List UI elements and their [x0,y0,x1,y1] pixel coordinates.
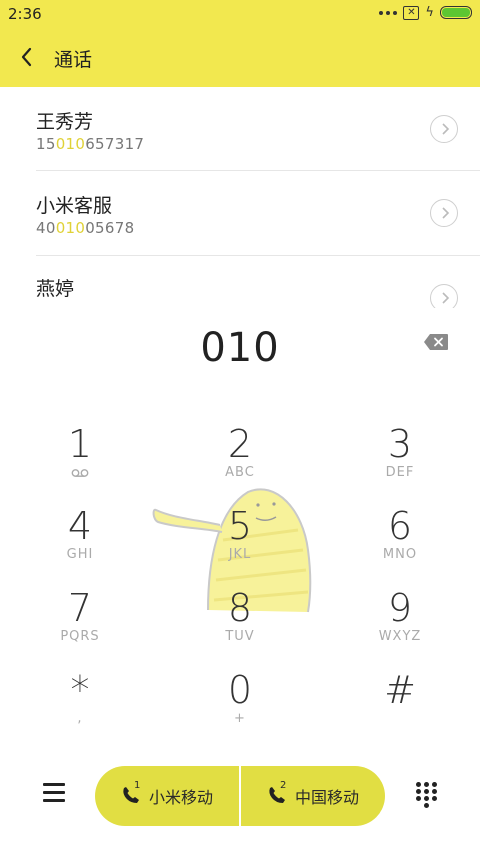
phone-icon: 1 [121,780,143,807]
dial-key-3[interactable]: 3 DEF [340,422,460,480]
key-digit: 6 [387,504,413,548]
status-time: 2:36 [8,5,42,23]
key-digit: 2 [227,422,253,466]
dial-key-7[interactable]: 7 PQRS [20,586,140,644]
dialpad-toggle-button[interactable] [416,782,438,808]
number-suffix: 657317 [85,135,145,153]
chevron-right-icon [442,292,450,304]
dial-key-6[interactable]: 6 MNO [340,504,460,562]
back-arrow-icon [21,47,32,67]
app-bar: 通话 [0,28,480,87]
number-match: 010 [55,219,86,237]
chevron-right-icon [442,207,450,219]
contact-name: 小米客服 [36,195,113,217]
key-digit: # [384,668,416,712]
battery-icon [440,6,472,19]
number-suffix: 05678 [85,219,135,237]
key-letters: TUV [225,629,255,644]
backspace-icon [424,334,448,350]
status-icons: ✕ ϟ [379,5,472,20]
number-prefix: 40 [36,219,56,237]
sim-label: 小米移动 [148,788,213,807]
contact-name: 王秀芳 [36,111,94,133]
top-bar: 2:36 ✕ ϟ 通话 [0,0,480,87]
dial-key-9[interactable]: 9 WXYZ [340,586,460,644]
call-buttons: 1 小米移动 2 中国移动 [95,766,385,826]
no-sim-icon: ✕ [403,5,420,20]
sim-label: 中国移动 [294,788,359,807]
key-digit: 0 [227,668,253,712]
chevron-right-icon [442,123,450,135]
contact-detail-button[interactable] [430,284,458,308]
sim-index: 1 [133,780,141,791]
page-title: 通话 [54,49,93,71]
dial-key-0[interactable]: 0 + [180,668,300,726]
menu-icon [43,783,65,786]
dialed-number: 010 [200,325,280,371]
contact-detail-button[interactable] [430,115,458,143]
key-letters: JKL [228,547,252,562]
contact-number: 4001005678 [36,219,134,237]
menu-button[interactable] [43,783,65,803]
call-sim2-button[interactable]: 2 中国移动 [239,766,385,826]
dial-key-1[interactable]: 1 [20,422,140,480]
key-digit: * [70,668,90,712]
key-letters: MNO [382,547,418,562]
contact-number: 15010657317 [36,135,144,153]
voicemail-icon [20,466,140,480]
dial-key-4[interactable]: 4 GHI [20,504,140,562]
dial-key-star[interactable]: * , [20,668,140,726]
key-letters: , [77,711,83,726]
dialpad-icon [416,782,421,787]
dial-key-hash[interactable]: # [340,668,460,726]
contact-item[interactable]: 王秀芳 15010657317 [0,87,480,171]
sim-index: 2 [279,780,287,791]
back-button[interactable] [18,45,40,69]
key-digit: 1 [67,422,93,466]
number-match: 010 [55,135,86,153]
backspace-button[interactable] [423,333,449,351]
contact-item[interactable]: 小米客服 4001005678 [0,171,480,255]
key-letters: ABC [225,465,255,480]
key-digit: 3 [387,422,413,466]
key-letters: WXYZ [378,629,422,644]
dial-key-8[interactable]: 8 TUV [180,586,300,644]
charging-icon: ϟ [425,5,434,20]
key-digit: 9 [387,586,413,630]
key-letters [340,712,460,726]
contact-name: 燕婷 [36,278,75,300]
key-digit: 4 [67,504,93,548]
key-digit: 8 [227,586,253,630]
dial-key-5[interactable]: 5 JKL [180,504,300,562]
key-letters: DEF [385,465,415,480]
status-bar: 2:36 ✕ ϟ [0,0,480,28]
more-dots-icon [379,10,398,15]
phone-icon: 2 [267,780,289,807]
key-digit: 7 [67,586,93,630]
number-prefix: 15 [36,135,56,153]
key-digit: 5 [227,504,253,548]
key-letters: PQRS [60,629,100,644]
key-letters: + [234,711,246,726]
contact-detail-button[interactable] [430,199,458,227]
dial-key-2[interactable]: 2 ABC [180,422,300,480]
call-sim1-button[interactable]: 1 小米移动 [95,766,239,826]
contact-item[interactable]: 燕婷 [0,256,480,308]
key-letters: GHI [66,547,94,562]
